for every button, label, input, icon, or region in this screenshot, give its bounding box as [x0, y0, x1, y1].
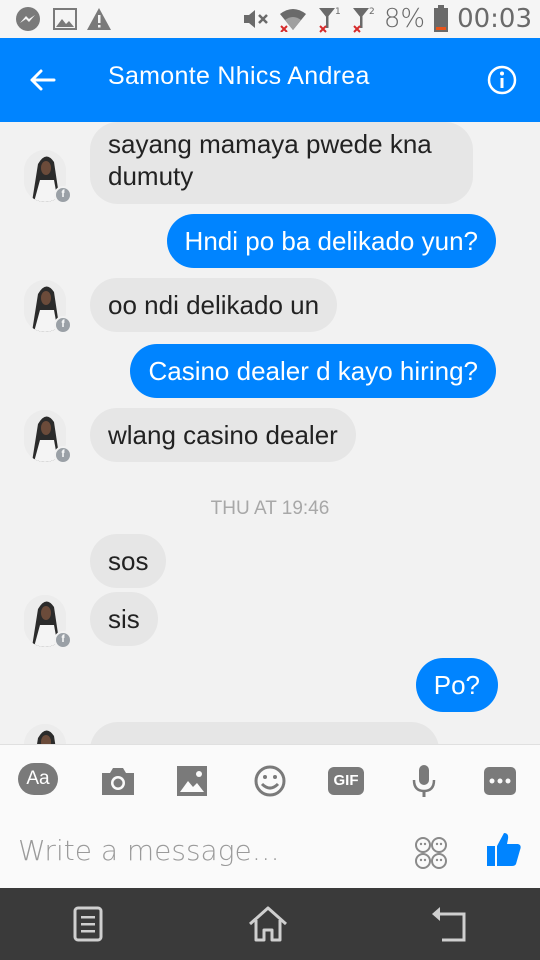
back-arrow-icon[interactable] — [26, 64, 58, 96]
signal-icon: 1 — [318, 7, 341, 33]
battery-icon — [434, 5, 449, 32]
gallery-icon — [53, 8, 77, 30]
message-bubble-incoming[interactable]: sayang mamaya pwede kna dumuty — [90, 122, 473, 204]
facebook-badge-icon: f — [54, 446, 72, 464]
info-icon[interactable] — [486, 64, 518, 96]
mute-icon — [243, 10, 268, 28]
facebook-badge-icon: f — [54, 186, 72, 204]
text-format-label: Aa — [18, 763, 58, 795]
home-icon[interactable] — [246, 902, 290, 946]
status-right: 1 2 8% 00:03 — [242, 0, 532, 38]
wifi-icon — [279, 9, 306, 32]
sim1-label: 1 — [335, 7, 341, 17]
menu-icon[interactable] — [66, 902, 110, 946]
message-bubble-outgoing[interactable]: Po? — [415, 658, 498, 712]
system-nav-bar — [0, 888, 540, 960]
text-format-button[interactable]: Aa — [18, 763, 58, 799]
avatar[interactable] — [24, 724, 66, 744]
message-bubble-incoming[interactable]: sis — [90, 592, 158, 646]
emoji-icon[interactable] — [250, 763, 290, 799]
message-bubble-incoming[interactable]: wlang casino dealer — [90, 408, 356, 462]
image-icon[interactable] — [172, 763, 212, 799]
like-icon[interactable] — [484, 830, 524, 870]
message-composer: Write a message… — [0, 816, 540, 888]
message-text: dumuty — [108, 161, 194, 191]
message-bubble-incoming[interactable]: oo ndi delikado un — [90, 278, 338, 332]
signal-icon: 2 — [352, 7, 375, 33]
app-bar: Samonte Nhics Andrea — [0, 38, 540, 122]
messenger-icon — [16, 7, 40, 31]
composer-toolbar: Aa GIF — [0, 744, 540, 817]
camera-icon[interactable] — [98, 763, 138, 799]
status-bar: 1 2 8% 00:03 — [0, 0, 540, 38]
conversation-title[interactable]: Samonte Nhics Andrea — [108, 62, 370, 91]
warning-icon — [87, 8, 111, 30]
sim2-label: 2 — [369, 7, 375, 17]
message-bubble-incoming-partial[interactable] — [90, 722, 439, 744]
facebook-badge-icon: f — [54, 316, 72, 334]
back-nav-icon[interactable] — [428, 902, 472, 946]
more-icon[interactable] — [482, 763, 518, 799]
facebook-badge-icon: f — [54, 631, 72, 649]
clock: 00:03 — [457, 4, 532, 34]
gif-button[interactable]: GIF — [328, 763, 364, 799]
message-bubble-incoming[interactable]: sos — [90, 534, 167, 588]
gif-icon: GIF — [328, 767, 364, 795]
message-bubble-outgoing[interactable]: Casino dealer d kayo hiring? — [130, 344, 496, 398]
sticker-icon[interactable] — [414, 836, 448, 870]
message-text: sayang mamaya pwede kna — [108, 129, 432, 159]
mic-icon[interactable] — [404, 763, 444, 799]
timestamp-divider: THU AT 19:46 — [210, 498, 330, 519]
message-list[interactable]: f sayang mamaya pwede kna dumuty Hndi po… — [0, 122, 540, 744]
message-bubble-outgoing[interactable]: Hndi po ba delikado yun? — [166, 214, 496, 268]
message-input[interactable]: Write a message… — [18, 834, 280, 867]
battery-percent: 8% — [383, 4, 426, 34]
